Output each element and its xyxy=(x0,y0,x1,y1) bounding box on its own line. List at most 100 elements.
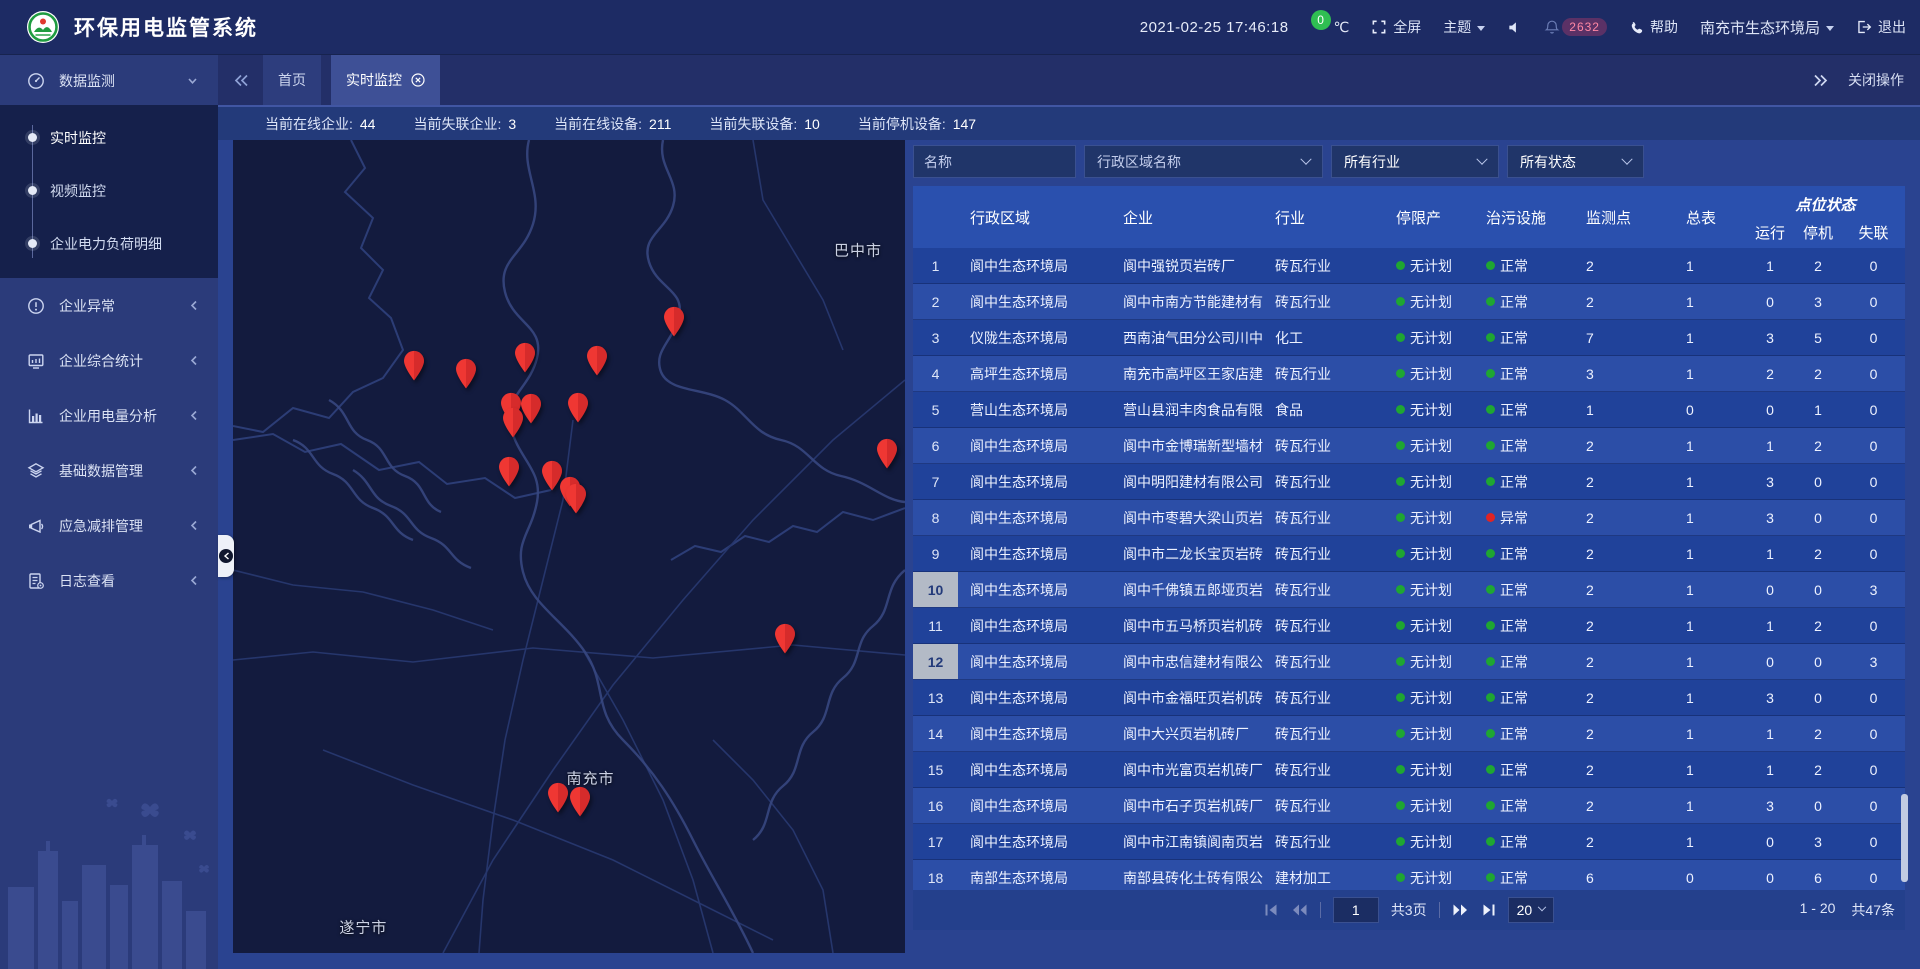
table-row[interactable]: 12阆中生态环境局阆中市忠信建材有限公砖瓦行业无计划正常21003 xyxy=(913,644,1905,680)
next-page-button[interactable] xyxy=(1452,903,1469,917)
last-page-button[interactable] xyxy=(1481,903,1496,917)
sound-button[interactable] xyxy=(1507,20,1522,35)
tab-首页[interactable]: 首页 xyxy=(263,55,321,105)
map-panel[interactable]: 巴中市南充市遂宁市 xyxy=(233,140,905,953)
column-header-running[interactable]: 运行 xyxy=(1746,216,1794,248)
table-row[interactable]: 1阆中生态环境局阆中强锐页岩砖厂砖瓦行业无计划正常21120 xyxy=(913,248,1905,284)
sidebar-item-企业异常[interactable]: 企业异常 xyxy=(0,278,218,333)
cell-running: 1 xyxy=(1746,752,1794,787)
help-button[interactable]: 帮助 xyxy=(1629,17,1678,37)
status-dot-green xyxy=(1396,873,1405,882)
cell-stopped: 6 xyxy=(1794,860,1842,890)
cell-running: 0 xyxy=(1746,284,1794,319)
industry-filter-select[interactable]: 所有行业 xyxy=(1331,145,1499,178)
tab-close-icon[interactable] xyxy=(411,73,425,87)
page-size-value: 20 xyxy=(1517,902,1533,918)
table-row[interactable]: 2阆中生态环境局阆中市南方节能建材有砖瓦行业无计划正常21030 xyxy=(913,284,1905,320)
column-header-company[interactable]: 企业 xyxy=(1111,186,1263,248)
cell-facility-status: 正常 xyxy=(1474,788,1574,823)
tabs-scroll-right-icon[interactable] xyxy=(1813,74,1828,87)
cell-offline: 0 xyxy=(1842,356,1905,391)
status-dot-green xyxy=(1396,765,1405,774)
column-header-limit[interactable]: 停限产 xyxy=(1384,186,1474,248)
stat-item: 当前失联企业:3 xyxy=(413,114,516,134)
sidebar-subitem-实时监控[interactable]: 实时监控 xyxy=(0,111,218,164)
table-row[interactable]: 7阆中生态环境局阆中明阳建材有限公司砖瓦行业无计划正常21300 xyxy=(913,464,1905,500)
name-filter-input[interactable] xyxy=(913,145,1076,178)
table-row[interactable]: 5营山生态环境局营山县润丰肉食品有限食品无计划正常10010 xyxy=(913,392,1905,428)
sidebar-subitem-企业电力负荷明细[interactable]: 企业电力负荷明细 xyxy=(0,217,218,270)
map-pin[interactable] xyxy=(497,457,522,493)
column-header-region[interactable]: 行政区域 xyxy=(958,186,1111,248)
map-pin[interactable] xyxy=(772,623,797,659)
cell-points: 7 xyxy=(1574,320,1674,355)
sidebar-item-企业综合统计[interactable]: 企业综合统计 xyxy=(0,333,218,388)
cell-offline: 0 xyxy=(1842,320,1905,355)
sidebar-item-应急减排管理[interactable]: 应急减排管理 xyxy=(0,498,218,553)
sidebar-item-基础数据管理[interactable]: 基础数据管理 xyxy=(0,443,218,498)
map-pin[interactable] xyxy=(501,407,526,443)
table-row[interactable]: 8阆中生态环境局阆中市枣碧大梁山页岩砖瓦行业无计划异常21300 xyxy=(913,500,1905,536)
temperature-unit: ℃ xyxy=(1334,19,1350,36)
map-pin[interactable] xyxy=(402,350,427,386)
org-dropdown[interactable]: 南充市生态环境局 xyxy=(1700,17,1834,38)
column-header-industry[interactable]: 行业 xyxy=(1263,186,1384,248)
table-row[interactable]: 17阆中生态环境局阆中市江南镇阆南页岩砖瓦行业无计划正常21030 xyxy=(913,824,1905,860)
map-pin[interactable] xyxy=(513,343,538,379)
prev-page-button[interactable] xyxy=(1291,903,1308,917)
table-row[interactable]: 9阆中生态环境局阆中市二龙长宝页岩砖砖瓦行业无计划正常21120 xyxy=(913,536,1905,572)
cell-offline: 0 xyxy=(1842,608,1905,643)
sidebar-item-日志查看[interactable]: 日志查看 xyxy=(0,553,218,608)
table-row[interactable]: 11阆中生态环境局阆中市五马桥页岩机砖砖瓦行业无计划正常21120 xyxy=(913,608,1905,644)
table-row[interactable]: 4高坪生态环境局南充市高坪区王家店建砖瓦行业无计划正常31220 xyxy=(913,356,1905,392)
status-filter-select[interactable]: 所有状态 xyxy=(1507,145,1644,178)
close-operations-button[interactable]: 关闭操作 xyxy=(1848,70,1904,90)
cell-industry: 砖瓦行业 xyxy=(1263,356,1384,391)
cell-offline: 3 xyxy=(1842,644,1905,679)
table-row[interactable]: 15阆中生态环境局阆中市光富页岩机砖厂砖瓦行业无计划正常21120 xyxy=(913,752,1905,788)
sidebar-item-数据监测[interactable]: 数据监测 xyxy=(0,57,218,105)
cell-points: 2 xyxy=(1574,500,1674,535)
table-row[interactable]: 6阆中生态环境局阆中市金博瑞新型墙材砖瓦行业无计划正常21120 xyxy=(913,428,1905,464)
map-pin[interactable] xyxy=(567,787,592,823)
page-size-select[interactable]: 20 xyxy=(1508,897,1555,923)
map-pin[interactable] xyxy=(584,345,609,381)
table-scrollbar[interactable] xyxy=(1901,794,1908,882)
column-header-stopped[interactable]: 停机 xyxy=(1794,216,1842,248)
map-pin[interactable] xyxy=(454,358,479,394)
logout-button[interactable]: 退出 xyxy=(1856,17,1906,37)
chevron-down-icon xyxy=(1826,26,1834,31)
table-row[interactable]: 3仪陇生态环境局西南油气田分公司川中化工无计划正常71350 xyxy=(913,320,1905,356)
table-row[interactable]: 10阆中生态环境局阆中千佛镇五郎垭页岩砖瓦行业无计划正常21003 xyxy=(913,572,1905,608)
alert-icon xyxy=(26,296,46,316)
log-icon xyxy=(26,571,46,591)
stat-label: 当前在线企业: xyxy=(265,114,353,134)
theme-dropdown[interactable]: 主题 xyxy=(1443,17,1485,37)
region-filter-select[interactable]: 行政区域名称 xyxy=(1084,145,1323,178)
sidebar-collapse-handle[interactable] xyxy=(218,535,234,577)
page-number-input[interactable] xyxy=(1333,897,1379,923)
cell-index: 1 xyxy=(913,248,958,283)
table-row[interactable]: 18南部生态环境局南部县砖化土砖有限公建材加工无计划正常60060 xyxy=(913,860,1905,890)
sidebar-subitem-视频监控[interactable]: 视频监控 xyxy=(0,164,218,217)
column-header-facility[interactable]: 治污设施 xyxy=(1474,186,1574,248)
stat-item: 当前在线设备:211 xyxy=(554,114,671,134)
notifications-button[interactable]: 2632 xyxy=(1544,18,1607,36)
cell-stopped: 2 xyxy=(1794,608,1842,643)
map-pin[interactable] xyxy=(874,439,899,475)
table-row[interactable]: 14阆中生态环境局阆中大兴页岩机砖厂砖瓦行业无计划正常21120 xyxy=(913,716,1905,752)
tab-实时监控[interactable]: 实时监控 xyxy=(331,55,440,105)
first-page-button[interactable] xyxy=(1264,903,1279,917)
fullscreen-button[interactable]: 全屏 xyxy=(1371,17,1421,37)
map-pin[interactable] xyxy=(661,306,686,342)
column-header-meters[interactable]: 总表 xyxy=(1674,186,1746,248)
tabs-scroll-left-icon[interactable] xyxy=(234,74,249,87)
map-pin[interactable] xyxy=(565,392,590,428)
status-dot-green xyxy=(1486,333,1495,342)
map-pin[interactable] xyxy=(563,483,588,519)
table-row[interactable]: 16阆中生态环境局阆中市石子页岩机砖厂砖瓦行业无计划正常21300 xyxy=(913,788,1905,824)
column-header-offline[interactable]: 失联 xyxy=(1842,216,1905,248)
sidebar-item-企业用电量分析[interactable]: 企业用电量分析 xyxy=(0,388,218,443)
column-header-points[interactable]: 监测点 xyxy=(1574,186,1674,248)
table-row[interactable]: 13阆中生态环境局阆中市金福旺页岩机砖砖瓦行业无计划正常21300 xyxy=(913,680,1905,716)
